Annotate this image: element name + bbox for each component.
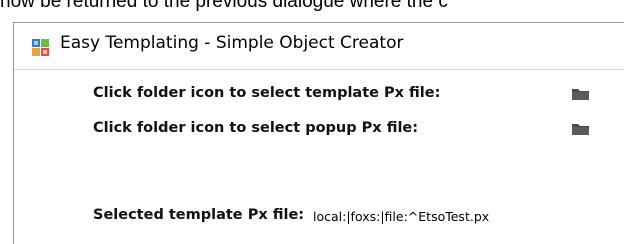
dialog-window: Easy Templating - Simple Object Creator … <box>13 22 624 244</box>
popup-file-prompt: Click folder icon to select popup Px fil… <box>93 120 419 136</box>
template-folder-icon[interactable] <box>571 86 591 102</box>
window-title: Easy Templating - Simple Object Creator <box>60 33 404 53</box>
popup-folder-icon[interactable] <box>571 121 591 137</box>
selected-file-label: Selected template Px file: <box>93 207 305 223</box>
title-bar: Easy Templating - Simple Object Creator <box>14 23 624 70</box>
template-file-prompt: Click folder icon to select template Px … <box>93 85 441 101</box>
app-tiles-icon <box>32 39 49 56</box>
background-document-text: now be returned to the previous dialogue… <box>0 0 448 12</box>
selected-file-value: local:|foxs:|file:^EtsoTest.px <box>313 209 490 224</box>
